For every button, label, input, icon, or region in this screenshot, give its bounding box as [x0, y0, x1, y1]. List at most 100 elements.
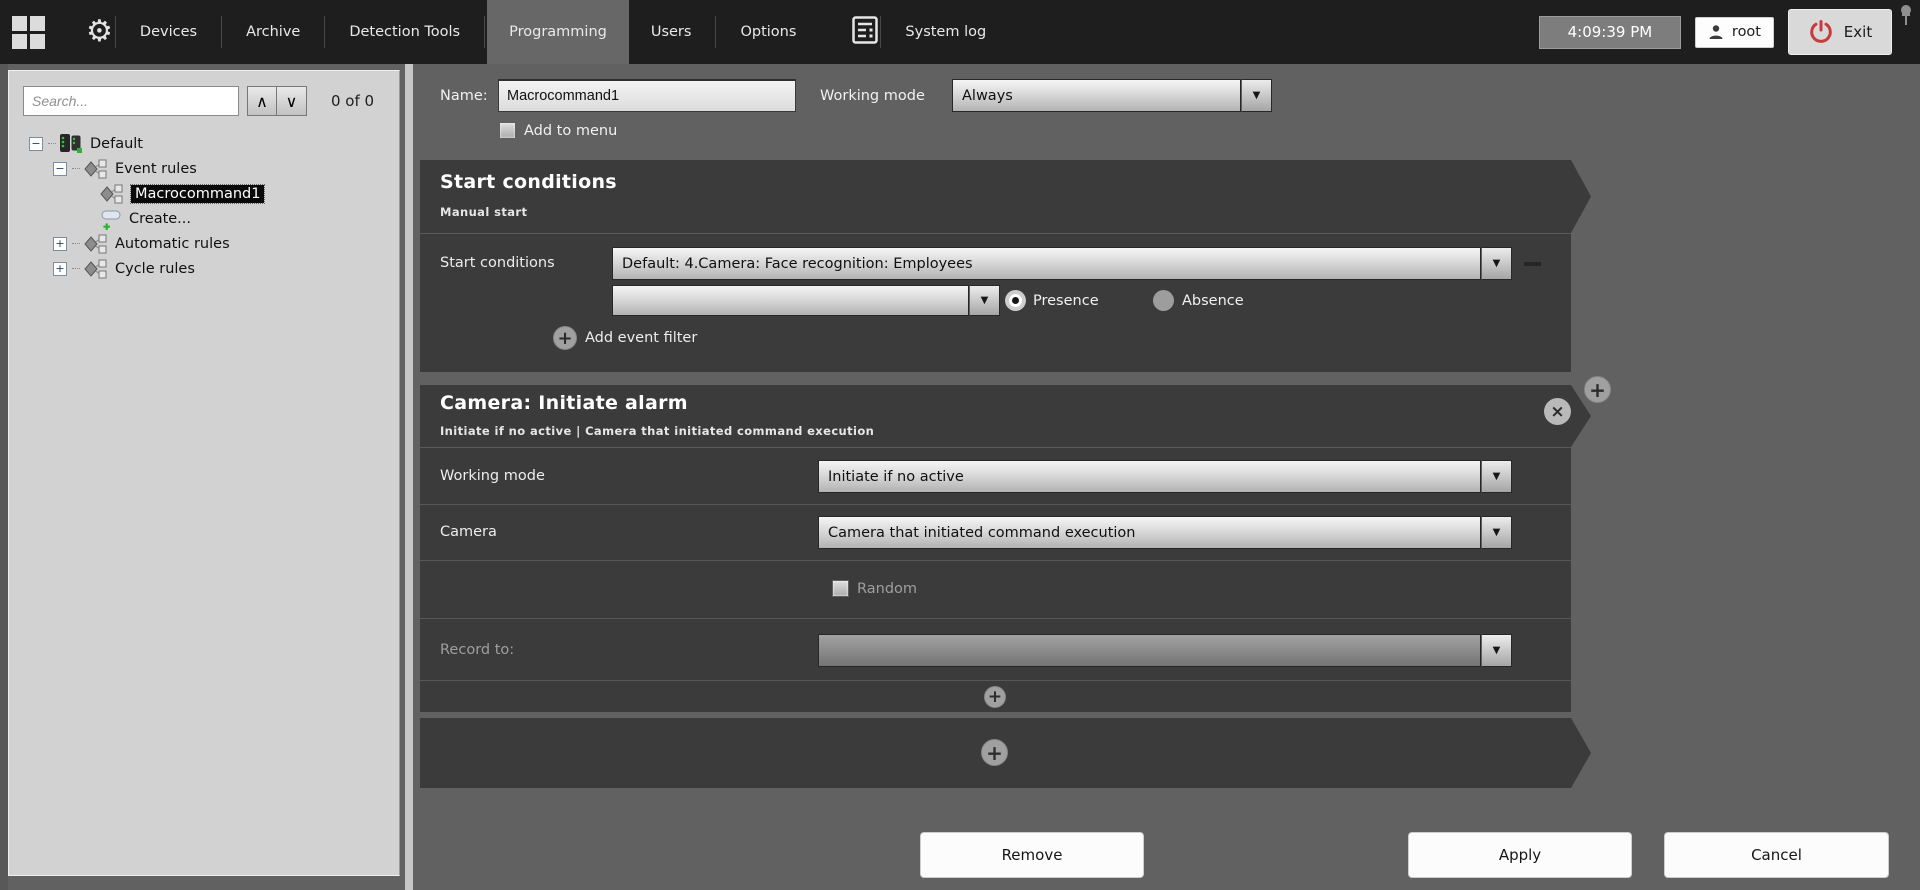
event-source-dropdown[interactable]: Default: 4.Camera: Face recognition: Emp…: [612, 247, 1512, 280]
pin-icon[interactable]: [1898, 3, 1914, 33]
tab-detection-tools[interactable]: Detection Tools: [327, 0, 482, 64]
start-conditions-header: Start conditions Manual start: [420, 160, 1591, 233]
chevron-down-icon[interactable]: ▼: [1481, 247, 1512, 280]
main-menu-grid-icon[interactable]: [10, 14, 46, 50]
chevron-down-icon[interactable]: ▼: [1481, 634, 1512, 667]
rule-icon: [83, 159, 109, 179]
clock-display: 4:09:39 PM: [1539, 16, 1681, 49]
action-working-mode-value: Initiate if no active: [818, 460, 1481, 493]
start-conditions-row-label: Start conditions: [440, 255, 555, 271]
gear-icon[interactable]: ⚙: [86, 17, 113, 47]
record-to-label: Record to:: [440, 642, 514, 658]
tab-programming[interactable]: Programming: [487, 0, 629, 64]
tab-devices[interactable]: Devices: [118, 0, 219, 64]
rule-icon: [83, 234, 109, 254]
remove-button[interactable]: Remove: [920, 832, 1144, 878]
tree-label-selected[interactable]: Macrocommand1: [131, 185, 264, 203]
add-event-filter-label[interactable]: Add event filter: [585, 330, 697, 346]
tab-archive[interactable]: Archive: [224, 0, 322, 64]
system-log-icon[interactable]: [852, 16, 878, 48]
nav-separator: [715, 16, 716, 48]
vertical-scrollbar[interactable]: [405, 64, 413, 890]
row-divider: [420, 680, 1571, 681]
expand-toggle[interactable]: +: [53, 262, 67, 276]
exit-label: Exit: [1844, 23, 1872, 41]
rule-icon: [83, 259, 109, 279]
search-next-button[interactable]: ∨: [277, 86, 307, 116]
absence-radio[interactable]: [1153, 290, 1174, 311]
tab-options[interactable]: Options: [718, 0, 818, 64]
tab-users[interactable]: Users: [629, 0, 714, 64]
tree-label[interactable]: Default: [90, 136, 143, 152]
top-right-group: 4:09:39 PM root Exit: [1539, 0, 1892, 64]
event-filter-dropdown[interactable]: ▼: [612, 285, 1000, 316]
random-label: Random: [857, 581, 917, 597]
chevron-down-icon[interactable]: ▼: [969, 285, 1000, 316]
name-label: Name:: [440, 88, 488, 104]
working-mode-dropdown[interactable]: Always ▼: [952, 79, 1272, 112]
tree-label[interactable]: Event rules: [115, 161, 197, 177]
top-navigation-bar: ⚙ Devices Archive Detection Tools Progra…: [0, 0, 1920, 64]
action-working-mode-dropdown[interactable]: Initiate if no active ▼: [818, 460, 1512, 493]
server-icon: [59, 133, 84, 154]
add-to-menu-checkbox[interactable]: [499, 122, 516, 139]
nav-separator: [324, 16, 325, 48]
tree-item-macrocommand1[interactable]: Macrocommand1: [99, 181, 391, 206]
exit-button[interactable]: Exit: [1788, 9, 1892, 55]
remove-event-filter-button[interactable]: [1524, 262, 1541, 266]
tree-label[interactable]: Automatic rules: [115, 236, 230, 252]
tab-system-log[interactable]: System log: [883, 0, 1008, 64]
nav-separator: [221, 16, 222, 48]
presence-label[interactable]: Presence: [1033, 293, 1099, 309]
random-checkbox[interactable]: [832, 580, 849, 597]
chevron-down-icon[interactable]: ▼: [1481, 460, 1512, 493]
cancel-button[interactable]: Cancel: [1664, 832, 1889, 878]
collapse-toggle[interactable]: −: [53, 162, 67, 176]
chevron-down-icon[interactable]: ▼: [1481, 516, 1512, 549]
row-divider: [420, 560, 1571, 561]
expand-toggle[interactable]: +: [53, 237, 67, 251]
add-parameter-plus-icon[interactable]: +: [984, 686, 1006, 708]
camera-label: Camera: [440, 524, 497, 540]
add-to-menu-label: Add to menu: [524, 123, 617, 139]
tree-item-event-rules[interactable]: − Event rules: [53, 156, 391, 181]
tree-item-default[interactable]: − Default: [29, 131, 391, 156]
action-title: Camera: Initiate alarm: [440, 392, 688, 414]
nav-separator: [115, 16, 116, 48]
working-mode-label: Working mode: [820, 88, 925, 104]
add-action-plus-icon[interactable]: +: [981, 739, 1008, 766]
action-working-mode-label: Working mode: [440, 468, 545, 484]
tree-label[interactable]: Cycle rules: [115, 261, 195, 277]
tree-label[interactable]: Create...: [129, 211, 191, 227]
action-subtitle: Initiate if no active | Camera that init…: [440, 424, 874, 438]
tree-item-create[interactable]: Create...: [99, 206, 391, 231]
absence-label[interactable]: Absence: [1182, 293, 1244, 309]
name-input[interactable]: [498, 79, 796, 112]
collapse-toggle[interactable]: −: [29, 137, 43, 151]
tree-item-automatic-rules[interactable]: + Automatic rules: [53, 231, 391, 256]
add-action-branch-plus-icon[interactable]: +: [1584, 376, 1611, 403]
start-conditions-body: Start conditions Default: 4.Camera: Face…: [420, 233, 1571, 372]
record-to-dropdown[interactable]: ▼: [818, 634, 1512, 667]
camera-value: Camera that initiated command execution: [818, 516, 1481, 549]
search-match-count: 0 of 0: [331, 92, 374, 110]
power-icon: [1808, 19, 1834, 45]
camera-dropdown[interactable]: Camera that initiated command execution …: [818, 516, 1512, 549]
rules-tree: − Default − Event rules Macrocommand1 Cr…: [19, 131, 391, 281]
presence-radio[interactable]: [1005, 290, 1026, 311]
nav-separator: [484, 16, 485, 48]
tree-item-cycle-rules[interactable]: + Cycle rules: [53, 256, 391, 281]
apply-button[interactable]: Apply: [1408, 832, 1632, 878]
search-input[interactable]: [23, 86, 239, 116]
chevron-down-icon[interactable]: ▼: [1241, 79, 1272, 112]
remove-action-button[interactable]: ×: [1544, 398, 1571, 425]
rule-icon: [99, 184, 125, 204]
search-prev-button[interactable]: ∧: [247, 86, 277, 116]
add-event-filter-plus-icon[interactable]: +: [553, 326, 577, 350]
row-divider: [420, 504, 1571, 505]
object-tree-panel: ∧ ∨ 0 of 0 − Default − Event rules Macro…: [8, 70, 400, 876]
action-section-body: Working mode Initiate if no active ▼ Cam…: [420, 447, 1571, 712]
row-divider: [420, 618, 1571, 619]
create-plus-icon: [99, 208, 123, 230]
current-user-button[interactable]: root: [1695, 17, 1774, 48]
